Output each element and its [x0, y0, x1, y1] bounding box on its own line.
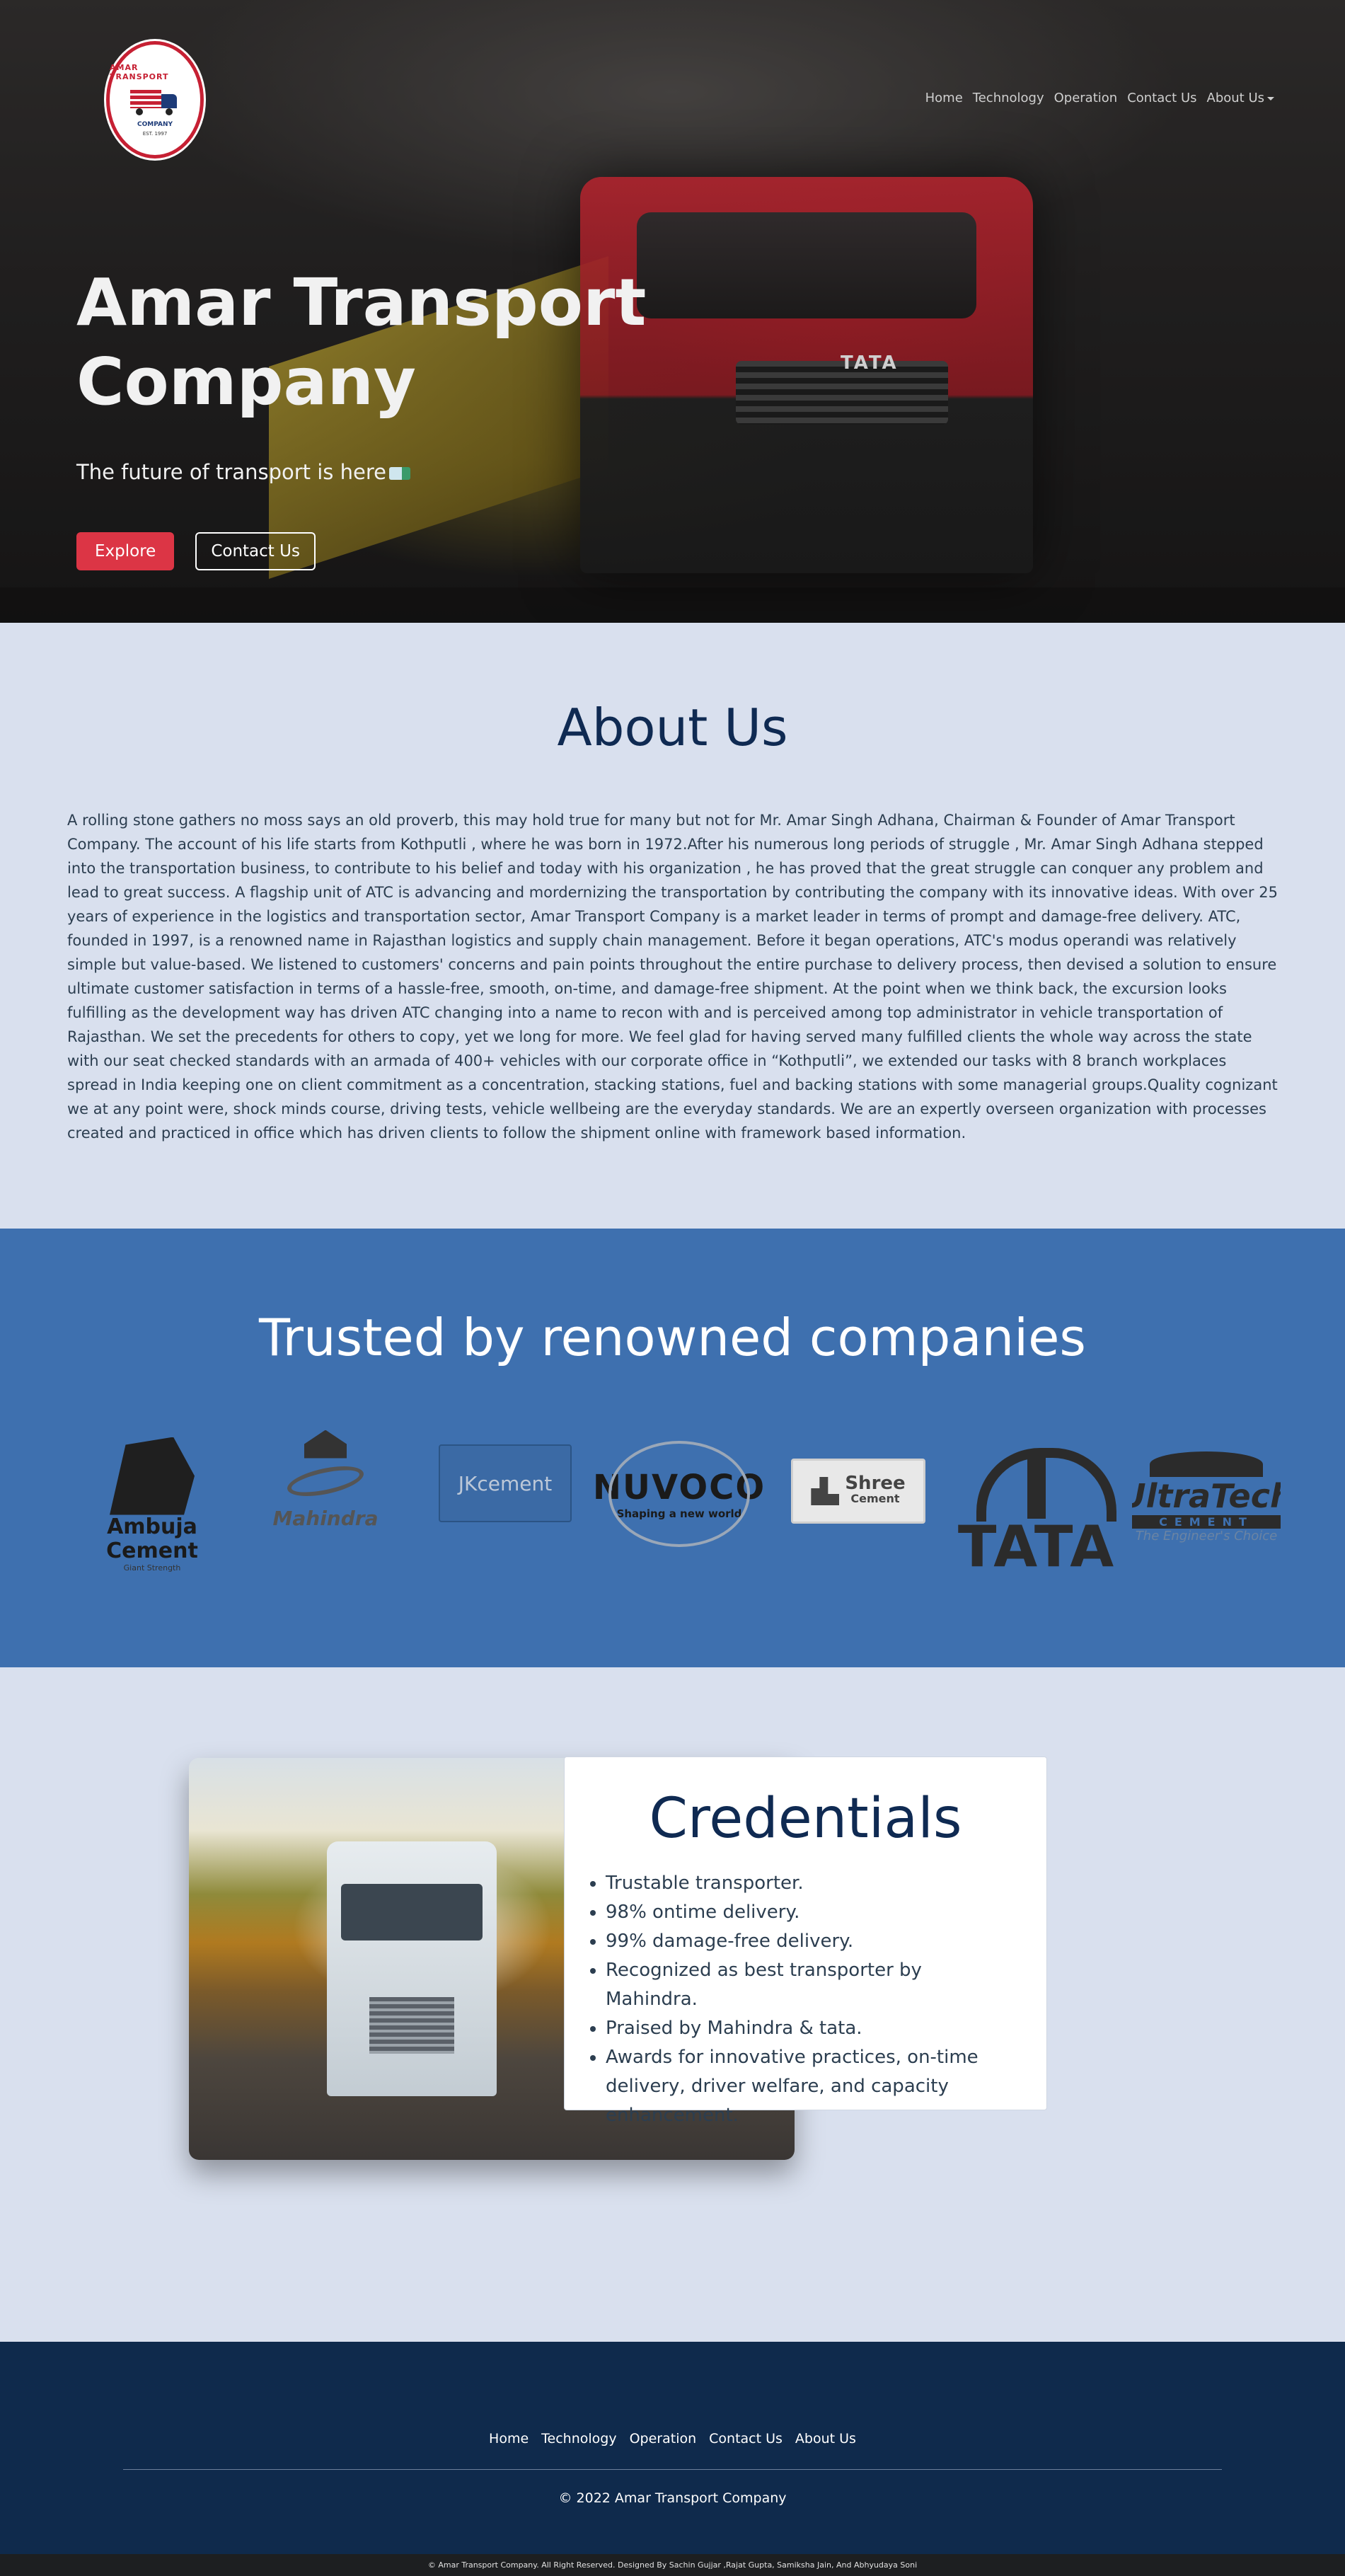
shree-sub-text: Cement: [850, 1492, 900, 1505]
logo-bottom-text: COMPANY: [137, 121, 173, 128]
footer-nav-contact[interactable]: Contact Us: [709, 2431, 783, 2446]
nuvoco-logo: NUVOCO Shaping a new world: [593, 1441, 764, 1547]
mahindra-logo: Mahindra: [255, 1416, 396, 1543]
hero-buttons: Explore Contact Us: [76, 532, 316, 570]
nav-operation[interactable]: Operation: [1054, 91, 1118, 105]
footer-nav-technology[interactable]: Technology: [541, 2431, 616, 2446]
ultratech-tagline: The Engineer's Choice: [1135, 1529, 1278, 1543]
jk-cement-logo: JKcement: [439, 1444, 572, 1522]
credential-item: Trustable transporter.: [606, 1869, 1018, 1898]
mahindra-icon: [284, 1460, 366, 1502]
hero-section: TATA AMAR TRANSPORT COMPANY EST. 1997 Ho…: [0, 0, 1345, 623]
credential-item: Praised by Mahindra & tata.: [606, 2014, 1018, 2043]
ultratech-logo: UltraTech CEMENT The Engineer's Choice: [1132, 1441, 1281, 1554]
nav-home[interactable]: Home: [925, 91, 963, 105]
about-heading: About Us: [557, 698, 788, 757]
nuvoco-ring-icon: [608, 1441, 750, 1547]
credentials-list: Trustable transporter. 98% ontime delive…: [606, 1869, 1018, 2130]
hero-subtitle-text: The future of transport is here: [76, 460, 386, 484]
jk-name: JKcement: [458, 1471, 553, 1495]
footer-divider: [123, 2469, 1222, 2470]
ultratech-icon: [1150, 1451, 1263, 1477]
tata-icon: [976, 1448, 1116, 1522]
credentials-card: Credentials Trustable transporter. 98% o…: [564, 1756, 1047, 2126]
footer-nav-home[interactable]: Home: [489, 2431, 529, 2446]
company-logo[interactable]: AMAR TRANSPORT COMPANY EST. 1997: [106, 41, 204, 159]
footer-nav: Home Technology Operation Contact Us Abo…: [0, 2431, 1345, 2446]
nav-about-dropdown[interactable]: About Us: [1207, 91, 1275, 105]
about-section: About Us A rolling stone gathers no moss…: [0, 623, 1345, 1229]
hero-title: Amar Transport Company: [76, 265, 647, 420]
about-body: A rolling stone gathers no moss says an …: [67, 812, 1278, 1142]
ambuja-logo: Ambuja Cement Giant Strength: [85, 1434, 219, 1575]
shree-name: Shree Cement: [845, 1474, 905, 1507]
footer: Home Technology Operation Contact Us Abo…: [0, 2342, 1345, 2554]
shree-cement-logo: Shree Cement: [791, 1459, 925, 1524]
contact-button[interactable]: Contact Us: [195, 532, 316, 570]
ambuja-tagline: Giant Strength: [123, 1563, 181, 1572]
credential-item: Recognized as best transporter by Mahind…: [606, 1956, 1018, 2014]
mahindra-name: Mahindra: [272, 1506, 379, 1530]
footer-nav-about[interactable]: About Us: [795, 2431, 856, 2446]
footer-copyright: © 2022 Amar Transport Company: [558, 2490, 787, 2506]
trusted-heading: Trusted by renowned companies: [259, 1308, 1086, 1367]
footer-nav-operation[interactable]: Operation: [630, 2431, 697, 2446]
logo-est-text: EST. 1997: [142, 131, 168, 137]
credentials-section: Credentials Trustable transporter. 98% o…: [0, 1667, 1345, 2342]
ultratech-sub: CEMENT: [1132, 1515, 1281, 1529]
shree-icon: [811, 1477, 840, 1505]
credits-bar: © Amar Transport Company. All Right Rese…: [0, 2554, 1345, 2576]
hero-subtitle: The future of transport is here: [76, 460, 410, 484]
nav-technology[interactable]: Technology: [973, 91, 1044, 105]
tata-logo: TATA: [955, 1441, 1118, 1582]
truck-emoji-icon: [388, 467, 410, 480]
trusted-section: Trusted by renowned companies Ambuja Cem…: [0, 1229, 1345, 1667]
hero-bottom-strip: [0, 587, 1345, 623]
logo-top-text: AMAR TRANSPORT: [110, 63, 169, 81]
nav-contact[interactable]: Contact Us: [1127, 91, 1196, 105]
house-icon: [304, 1430, 347, 1459]
ambuja-name: Ambuja Cement: [106, 1514, 198, 1563]
credential-item: 99% damage-free delivery.: [606, 1927, 1018, 1956]
hero-truck-badge: TATA: [841, 352, 899, 374]
ultratech-name: UltraTech: [1132, 1477, 1281, 1515]
tata-name: TATA: [957, 1514, 1116, 1580]
logo-truck-icon: [130, 86, 180, 117]
ambuja-icon: [110, 1437, 195, 1515]
explore-button[interactable]: Explore: [76, 532, 175, 570]
credential-item: 98% ontime delivery.: [606, 1898, 1018, 1927]
credential-item: Awards for innovative practices, on-time…: [606, 2043, 1018, 2130]
credentials-heading: Credentials: [649, 1787, 962, 1851]
top-nav: Home Technology Operation Contact Us Abo…: [925, 91, 1274, 105]
truck-illustration: [327, 1841, 497, 2096]
